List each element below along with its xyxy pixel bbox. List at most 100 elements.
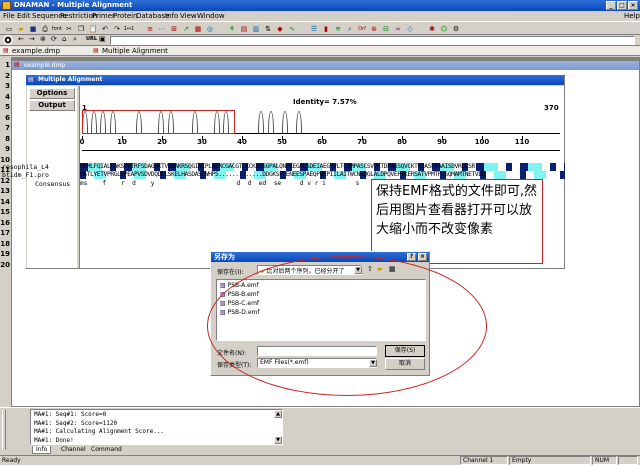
back-icon[interactable]: ← [18,35,24,43]
row-number: 6 [5,113,10,122]
row-number: 10 [0,155,10,164]
profile-icon[interactable]: ▮ [320,23,332,35]
save-icon[interactable]: ■ [27,23,39,35]
position-ruler: 0 10 20 30 40 50 60 70 80 90 100 110 [80,136,560,150]
paste-icon[interactable]: 📋 [87,23,99,35]
new-file-icon[interactable]: ▭ [3,23,15,35]
tick-label: 50 [277,138,287,146]
example-window-titlebar: ▤ example.dmp [12,61,639,70]
menu-primer[interactable]: Primer [92,12,115,20]
font-icon[interactable]: font [51,23,63,35]
settings-icon[interactable]: ⚙ [450,23,462,35]
homology-icon[interactable]: ≋ [332,23,344,35]
menu-file[interactable]: File [3,12,15,20]
digest-icon[interactable]: ⊟ [380,23,392,35]
protein-icon[interactable]: ◆ [274,23,286,35]
status-ready: Ready [2,457,21,464]
row-number: 17 [0,229,10,237]
cut-icon[interactable]: ✂ [63,23,75,35]
output-button[interactable]: Output [29,100,75,111]
print-icon[interactable]: ⎙ [39,23,51,35]
close-button[interactable]: × [628,1,638,10]
consensus-name: Consensus [35,180,71,188]
primer-icon[interactable]: ↗ [180,23,192,35]
status-empty: Empty [509,456,591,465]
alignment-window-title: Multiple Alignment [38,76,103,83]
tab-example-icon: ▤ [3,47,9,54]
refresh-icon[interactable]: ⟳ [51,35,57,43]
identity-label: Identity= 7.57% [293,98,357,106]
motif-icon[interactable]: ⊛ [368,23,380,35]
log-output: MA#1: Seq#1: Score=0 MA#1: Seq#2: Score=… [30,409,283,445]
log-line: MA#1: Seq#1: Score=0 [34,411,107,418]
example-window-icon: ▤ [14,61,20,68]
log-tab-info[interactable]: Info [32,446,52,454]
translate-icon[interactable]: ⋯ [156,23,168,35]
tab-example[interactable]: example.dmp [12,47,60,55]
forward-icon[interactable]: → [29,35,35,43]
dotplot-icon[interactable]: ▦ [192,23,204,35]
menu-edit[interactable]: Edit [17,12,31,20]
options-button[interactable]: Options [29,88,75,99]
menu-view[interactable]: View [180,12,197,20]
menu-info[interactable]: Info [165,12,178,20]
gene-icon[interactable]: ⌬ [438,23,450,35]
row-number: 18 [0,239,10,248]
log-scroll-down[interactable]: ▼ [274,436,282,444]
url-input[interactable] [110,36,635,45]
dialog-help-button[interactable]: ? [407,253,416,261]
menu-help[interactable]: Help [624,12,640,20]
numbering-icon[interactable]: 1↔1 [123,23,135,35]
home-icon[interactable]: ⌂ [62,35,66,43]
selection-box[interactable] [82,110,235,134]
sequence-row-1: MSMLFQIALMAKSGVTRFSDAGHKTVADAKRSQGINIPLD… [80,163,565,171]
log-gripper[interactable] [2,410,6,450]
row-number: 9 [5,145,10,153]
log-scroll-up[interactable]: ▲ [274,410,282,418]
row-number: 5 [5,103,10,111]
map-icon[interactable]: ◎ [204,23,216,35]
minimize-button[interactable]: _ [606,1,616,10]
find-icon[interactable]: ⌕ [73,35,77,44]
output-label: Output [38,101,66,109]
tab-multiple-alignment[interactable]: Multiple Alignment [102,47,168,55]
trace-peak [282,111,288,133]
log-tab-command[interactable]: Command [88,446,125,453]
log-tab-channel[interactable]: Channel [58,446,89,453]
graph-icon[interactable]: ▤ [238,23,250,35]
url-icon: ▣ [99,35,106,43]
multi-align-icon[interactable]: ☰ [308,23,320,35]
stop-icon[interactable]: ⊗ [40,35,46,43]
orf-icon[interactable]: Orf [356,23,368,35]
redo-icon[interactable]: ↷ [111,23,123,35]
maximize-button[interactable]: □ [617,1,627,10]
structure-icon[interactable]: ◇ [404,23,416,35]
undo-icon[interactable]: ↶ [99,23,111,35]
dialog-close-button[interactable]: × [418,253,427,261]
hydro-icon[interactable]: ∿ [286,23,298,35]
menu-protein[interactable]: Protein [113,12,138,20]
sequence-tool-icon[interactable]: ≡ [144,23,156,35]
tick-label: 20 [157,138,167,146]
options-label: Options [36,89,68,97]
example-window-title: example.dmp [24,62,66,69]
tree-icon[interactable]: ⚘ [226,23,238,35]
copy-icon[interactable]: ❐ [75,23,87,35]
open-folder-icon[interactable]: ▰ [15,23,27,35]
log-line: MA#1: Done! [34,436,74,444]
rna-icon[interactable]: ∞ [392,23,404,35]
row-number: 8 [5,134,10,143]
row-number: 12 [0,176,10,185]
restriction-icon[interactable]: ⊞ [168,23,180,35]
annotation-text: 保持EMF格式的文件即可,然后用图片查看器打开可以放大缩小而不改变像素 [376,184,538,237]
log-panel: MA#1: Seq#1: Score=0 MA#1: Seq#2: Score=… [0,407,640,454]
status-num: NUM [592,456,617,465]
align-icon[interactable]: ▥ [250,23,262,35]
menu-window[interactable]: Window [197,12,225,20]
sort-icon[interactable]: ⇅ [262,23,274,35]
status-extra [618,456,638,465]
globe-icon[interactable] [3,35,13,45]
alignment-left-panel: Options Output rosophila_L4 btidm_F1.pro… [2,86,77,268]
search-db-icon[interactable]: ⌕ [344,23,356,35]
blast-icon[interactable]: ✱ [426,23,438,35]
